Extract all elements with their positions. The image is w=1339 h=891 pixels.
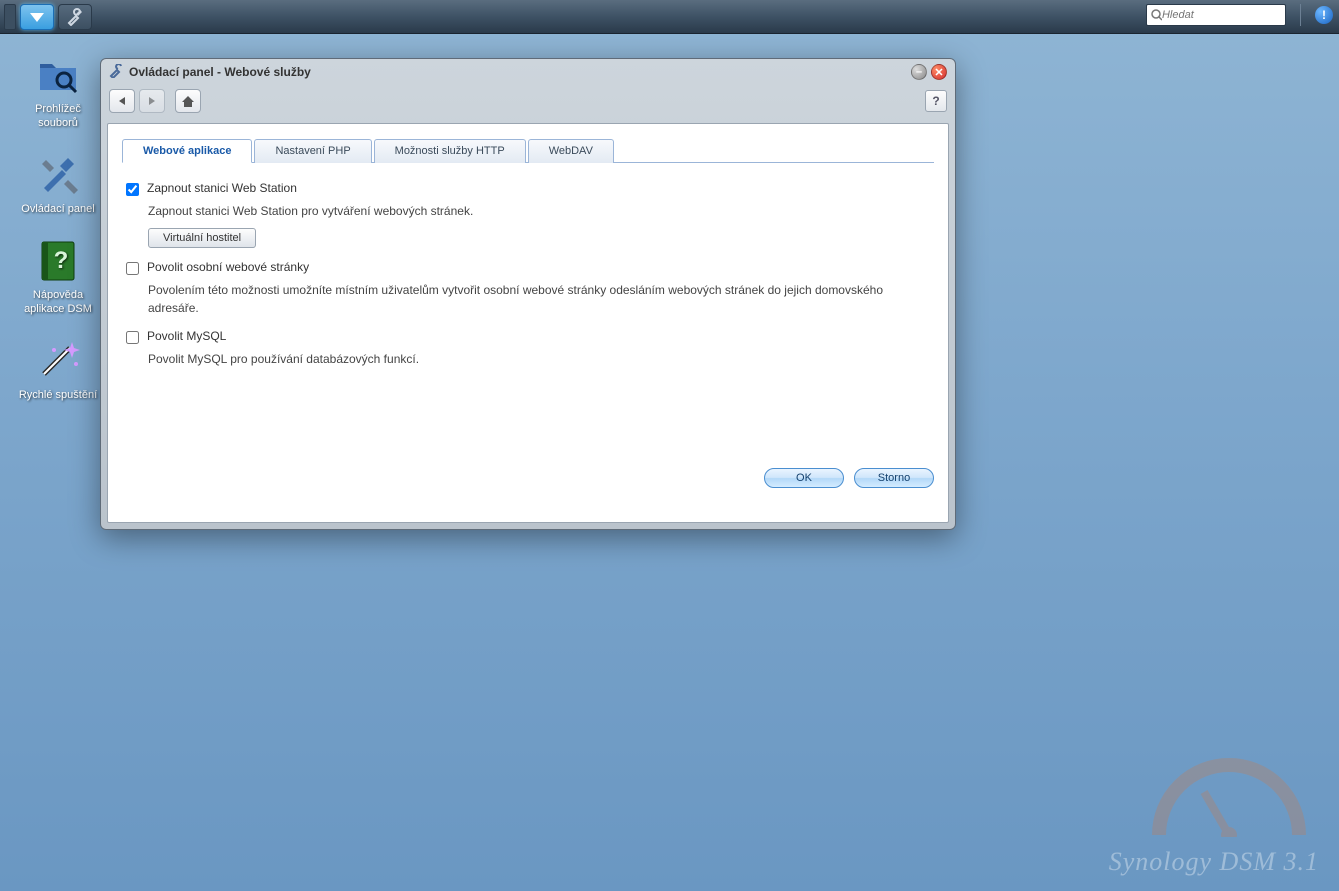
minimize-button[interactable]: – — [911, 64, 927, 80]
tab-webdav[interactable]: WebDAV — [528, 139, 614, 163]
folder-search-icon — [34, 50, 82, 98]
desktop-icons: Prohlížeč souborů Ovládací panel ? Nápov… — [18, 50, 98, 402]
nav-back-button[interactable] — [109, 89, 135, 113]
help-button[interactable]: ? — [925, 90, 947, 112]
tab-bar: Webové aplikace Nastavení PHP Možnosti s… — [122, 138, 934, 163]
main-menu-button[interactable] — [20, 4, 54, 30]
wrench-icon — [66, 8, 84, 26]
arrow-right-icon — [146, 95, 158, 107]
watermark: Synology DSM 3.1 — [1109, 847, 1319, 877]
checkbox-label: Povolit osobní webové stránky — [147, 260, 309, 274]
magic-wand-icon — [34, 336, 82, 384]
option-description: Povolit MySQL pro používání databázových… — [148, 350, 930, 368]
checkbox-label: Povolit MySQL — [147, 329, 226, 343]
window-title: Ovládací panel - Webové služby — [129, 65, 311, 79]
desktop-icon-label: Prohlížeč souborů — [18, 102, 98, 130]
tab-web-apps[interactable]: Webové aplikace — [122, 139, 252, 163]
search-input[interactable] — [1162, 9, 1281, 21]
nav-home-button[interactable] — [175, 89, 201, 113]
wrench-icon — [109, 64, 123, 81]
option-description: Povolením této možnosti umožníte místním… — [148, 281, 930, 317]
window-body: Webové aplikace Nastavení PHP Možnosti s… — [107, 123, 949, 523]
home-icon — [181, 94, 195, 108]
desktop-icon-label: Ovládací panel — [18, 202, 98, 216]
checkbox-mysql[interactable] — [126, 331, 139, 344]
tab-http-options[interactable]: Možnosti služby HTTP — [374, 139, 526, 163]
ok-button[interactable]: OK — [764, 468, 844, 488]
watermark-text: Synology DSM 3.1 — [1109, 847, 1319, 876]
checkbox-label: Zapnout stanici Web Station — [147, 181, 297, 195]
desktop-icon-help[interactable]: ? Nápověda aplikace DSM — [18, 236, 98, 316]
desktop-icon-control-panel[interactable]: Ovládací panel — [18, 150, 98, 216]
help-book-icon: ? — [34, 236, 82, 284]
option-webstation: Zapnout stanici Web Station Zapnout stan… — [126, 181, 930, 248]
taskbar-divider — [1300, 4, 1301, 26]
notification-icon[interactable]: ! — [1315, 6, 1333, 24]
desktop-icon-quick-start[interactable]: Rychlé spuštění — [18, 336, 98, 402]
window-footer: OK Storno — [122, 468, 934, 488]
checkbox-personal-web[interactable] — [126, 262, 139, 275]
cancel-button[interactable]: Storno — [854, 468, 934, 488]
search-box[interactable] — [1146, 4, 1286, 26]
desktop-icon-label: Nápověda aplikace DSM — [18, 288, 98, 316]
tools-cross-icon — [34, 150, 82, 198]
nav-forward-button[interactable] — [139, 89, 165, 113]
tab-php-settings[interactable]: Nastavení PHP — [254, 139, 371, 163]
search-icon — [1151, 9, 1162, 21]
desktop-icon-label: Rychlé spuštění — [18, 388, 98, 402]
virtual-host-button[interactable]: Virtuální hostitel — [148, 228, 256, 248]
chevron-down-icon — [28, 10, 46, 24]
arrow-left-icon — [116, 95, 128, 107]
option-mysql: Povolit MySQL Povolit MySQL pro používán… — [126, 329, 930, 368]
svg-text:?: ? — [54, 247, 69, 274]
gauge-icon — [1149, 757, 1309, 837]
control-panel-window: Ovládací panel - Webové služby – ✕ ? Web… — [100, 58, 956, 530]
close-button[interactable]: ✕ — [931, 64, 947, 80]
taskbar-grip — [4, 4, 16, 30]
taskbar: ! — [0, 0, 1339, 34]
option-personal-web: Povolit osobní webové stránky Povolením … — [126, 260, 930, 317]
checkbox-webstation[interactable] — [126, 183, 139, 196]
window-titlebar[interactable]: Ovládací panel - Webové služby – ✕ — [101, 59, 955, 85]
window-toolbar: ? — [101, 85, 955, 117]
tools-button[interactable] — [58, 4, 92, 30]
desktop-icon-file-browser[interactable]: Prohlížeč souborů — [18, 50, 98, 130]
option-description: Zapnout stanici Web Station pro vytvářen… — [148, 202, 930, 220]
